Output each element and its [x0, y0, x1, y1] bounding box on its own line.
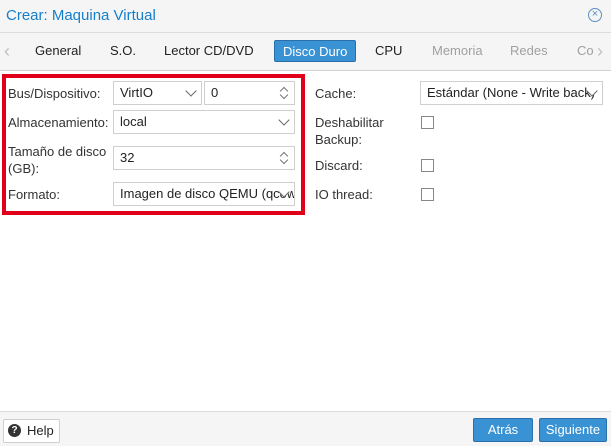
tab-memory[interactable]: Memoria — [432, 40, 483, 62]
io-thread-label: IO thread: — [315, 187, 373, 202]
next-button[interactable]: Siguiente — [539, 418, 607, 442]
tab-network[interactable]: Redes — [510, 40, 548, 62]
tab-cd-dvd[interactable]: Lector CD/DVD — [164, 40, 254, 62]
back-button[interactable]: Atrás — [473, 418, 533, 442]
highlight-box — [2, 74, 305, 215]
window-titlebar: Crear: Maquina Virtual × — [0, 0, 611, 33]
tab-bar: ‹ General S.O. Lector CD/DVD Disco Duro … — [0, 33, 611, 71]
tab-hard-disk[interactable]: Disco Duro — [274, 40, 357, 62]
cache-label: Cache: — [315, 86, 357, 101]
cache-select-value: Estándar (None - Write back) — [427, 85, 596, 100]
disable-backup-label-line2: Backup: — [315, 132, 362, 147]
close-icon[interactable]: × — [588, 8, 602, 22]
io-thread-checkbox[interactable] — [421, 188, 434, 201]
tab-scroll-right-icon[interactable]: › — [597, 41, 603, 61]
discard-label: Discard: — [315, 158, 363, 173]
disable-backup-checkbox[interactable] — [421, 116, 434, 129]
tab-more[interactable]: Co — [577, 40, 594, 62]
tab-scroll-left-icon[interactable]: ‹ — [4, 41, 10, 61]
help-button-label: Help — [27, 423, 54, 438]
tab-general[interactable]: General — [35, 40, 81, 62]
dialog-footer: ? Help Atrás Siguiente — [0, 411, 611, 446]
help-button[interactable]: ? Help — [3, 419, 60, 443]
disable-backup-label-line1: Deshabilitar — [315, 115, 384, 130]
cache-select[interactable]: Estándar (None - Write back) — [420, 81, 603, 105]
tab-cpu[interactable]: CPU — [375, 40, 402, 62]
question-circle-icon: ? — [8, 424, 21, 437]
discard-checkbox[interactable] — [421, 159, 434, 172]
window-title: Crear: Maquina Virtual — [6, 7, 156, 24]
tab-os[interactable]: S.O. — [110, 40, 136, 62]
